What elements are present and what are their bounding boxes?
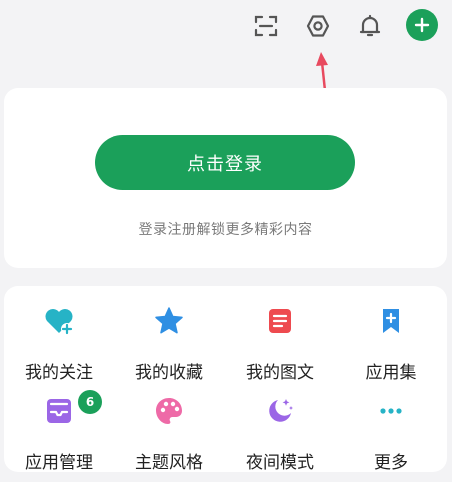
grid-item-more[interactable]: 更多 xyxy=(336,394,446,474)
grid-item-label: 更多 xyxy=(374,453,408,473)
grid-item-label: 夜间模式 xyxy=(246,453,314,473)
more-dots-icon xyxy=(374,394,408,428)
grid-item-posts[interactable]: 我的图文 xyxy=(225,304,335,384)
top-bar xyxy=(0,0,452,52)
grid-item-theme[interactable]: 主题风格 xyxy=(114,394,224,474)
login-hint: 登录注册解锁更多精彩内容 xyxy=(138,222,313,238)
heart-plus-icon xyxy=(42,304,76,338)
grid-item-favorites[interactable]: 我的收藏 xyxy=(114,304,224,384)
grid-item-label: 我的收藏 xyxy=(135,363,203,383)
add-button[interactable] xyxy=(406,9,438,41)
document-icon xyxy=(263,304,297,338)
grid-item-label: 主题风格 xyxy=(135,453,203,473)
grid-item-label: 我的关注 xyxy=(25,363,93,383)
scan-icon[interactable] xyxy=(250,10,282,42)
grid-item-follows[interactable]: 我的关注 xyxy=(4,304,114,384)
inbox-icon xyxy=(42,394,76,428)
grid-item-label: 应用管理 xyxy=(25,453,93,473)
add-icon xyxy=(414,17,430,33)
star-icon xyxy=(152,304,186,338)
notification-badge: 6 xyxy=(78,390,102,414)
grid-item-app-collection[interactable]: 应用集 xyxy=(336,304,446,384)
bell-icon[interactable] xyxy=(354,10,386,42)
login-button[interactable]: 点击登录 xyxy=(95,135,355,190)
moon-icon xyxy=(263,394,297,428)
palette-icon xyxy=(152,394,186,428)
grid-item-label: 我的图文 xyxy=(246,363,314,383)
login-card: 点击登录 登录注册解锁更多精彩内容 xyxy=(4,88,447,268)
bookmark-plus-icon xyxy=(374,304,408,338)
feature-grid: 我的关注 我的收藏 我的图文 应用集 6 应用管理 主题风格 夜间模式 更多 xyxy=(4,286,447,474)
grid-item-night-mode[interactable]: 夜间模式 xyxy=(225,394,335,474)
grid-item-label: 应用集 xyxy=(365,363,417,383)
settings-icon[interactable] xyxy=(302,10,334,42)
grid-item-app-manager[interactable]: 6 应用管理 xyxy=(4,390,114,474)
